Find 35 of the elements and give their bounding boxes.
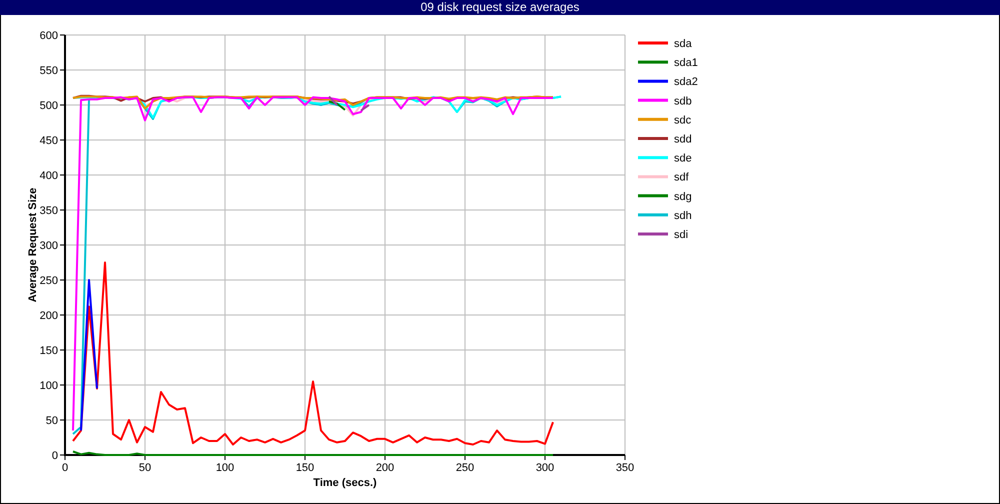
y-tick-label: 550 (40, 65, 58, 77)
legend-label: sdg (674, 190, 692, 203)
x-tick-label: 200 (376, 462, 394, 474)
x-tick-label: 350 (616, 462, 634, 474)
window-title: 09 disk request size averages (0, 0, 1000, 15)
x-tick-label: 0 (62, 462, 68, 474)
y-tick-label: 50 (46, 415, 58, 427)
y-tick-label: 150 (40, 345, 58, 357)
x-tick-label: 300 (536, 462, 554, 474)
legend-label: sda1 (674, 57, 698, 70)
y-tick-label: 450 (40, 135, 58, 147)
legend-label: sdi (674, 229, 688, 241)
y-tick-label: 200 (40, 310, 58, 322)
y-tick-label: 300 (40, 240, 58, 252)
legend-label: sde (674, 152, 692, 165)
y-tick-label: 400 (40, 170, 58, 182)
legend-label: sda (674, 38, 692, 50)
x-tick-label: 250 (456, 462, 474, 474)
x-axis-title: Time (secs.) (313, 477, 377, 489)
legend-label: sdc (674, 114, 692, 126)
legend-label: sdb (674, 95, 692, 108)
y-tick-label: 0 (52, 450, 58, 462)
legend-label: sdd (674, 134, 692, 146)
x-tick-label: 150 (296, 462, 314, 474)
legend-label: sdh (674, 210, 692, 222)
legend-label: sda2 (674, 76, 698, 88)
y-tick-label: 350 (40, 205, 58, 217)
x-tick-label: 100 (216, 462, 234, 474)
y-tick-label: 250 (40, 275, 58, 287)
y-tick-label: 100 (40, 380, 58, 392)
y-tick-label: 500 (40, 100, 58, 112)
y-tick-label: 600 (40, 30, 58, 42)
legend-label: sdf (674, 172, 689, 184)
x-tick-label: 50 (138, 462, 152, 474)
y-axis-title: Average Request Size (27, 188, 39, 302)
